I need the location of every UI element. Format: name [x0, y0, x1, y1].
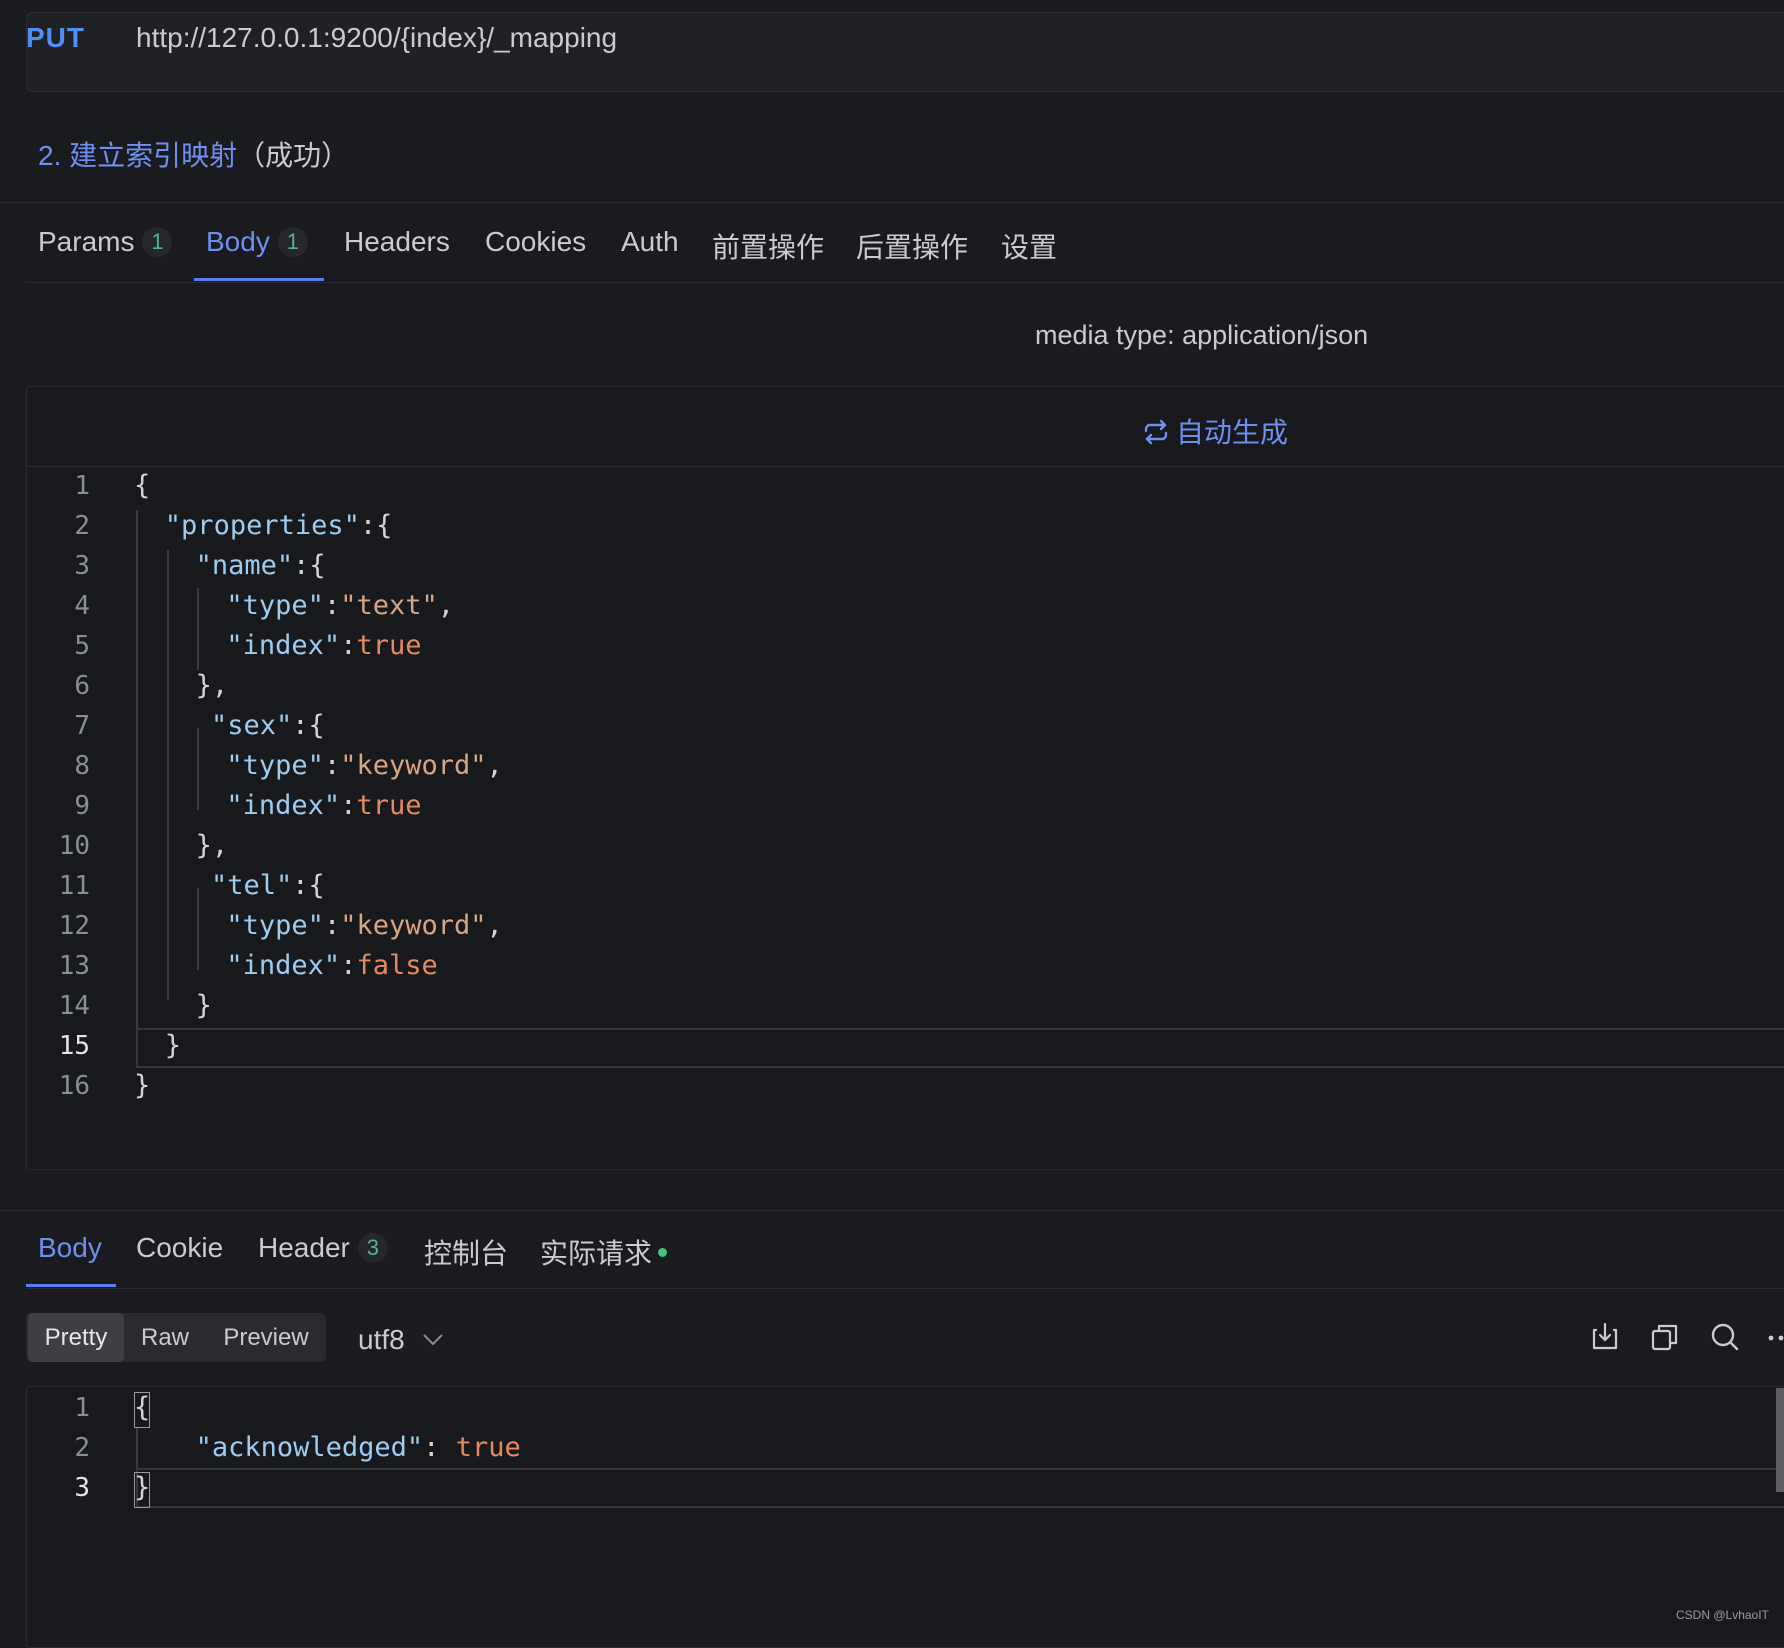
code-text: }	[134, 1070, 151, 1101]
line-number: 3	[74, 551, 90, 581]
copy-icon[interactable]	[1648, 1320, 1682, 1354]
line-number: 2	[74, 1433, 90, 1463]
divider	[26, 282, 1784, 283]
tab-params[interactable]: Params 1	[38, 226, 173, 258]
search-icon[interactable]	[1708, 1320, 1742, 1354]
line-number: 7	[74, 711, 90, 741]
response-body-viewer[interactable]	[26, 1386, 1784, 1648]
line-number: 10	[58, 831, 90, 861]
tab-settings[interactable]: 设置	[1001, 226, 1057, 266]
url-input[interactable]: http://127.0.0.1:9200/{index}/_mapping	[136, 22, 617, 54]
indent-guide	[197, 888, 199, 970]
code-text: "properties":{	[164, 510, 393, 541]
line-number: 4	[74, 591, 90, 621]
code-text: "index":true	[226, 790, 422, 821]
matching-bracket-highlight	[134, 1392, 150, 1428]
response-tab-actual-request[interactable]: 实际请求	[540, 1232, 668, 1272]
response-tab-body[interactable]: Body	[38, 1232, 102, 1264]
indent-guide	[136, 1428, 138, 1468]
tab-post-actions[interactable]: 后置操作	[856, 226, 968, 266]
view-raw-button[interactable]: Raw	[130, 1313, 200, 1362]
divider	[0, 202, 1784, 203]
code-text: "type":"keyword",	[226, 750, 503, 781]
scrollbar[interactable]	[1776, 1388, 1784, 1492]
line-number: 8	[74, 751, 90, 781]
response-tab-cookie[interactable]: Cookie	[136, 1232, 223, 1264]
response-tab-header[interactable]: Header 3	[258, 1232, 388, 1264]
request-status: （成功）	[237, 140, 350, 171]
code-text: "tel":{	[211, 870, 325, 901]
line-number: 2	[74, 511, 90, 541]
code-text: },	[195, 830, 229, 861]
indent-guide	[197, 588, 199, 670]
chevron-down-icon	[422, 1322, 444, 1354]
divider	[0, 1210, 1784, 1211]
request-title: 2. 建立索引映射（成功）	[38, 134, 349, 174]
divider	[27, 466, 1784, 467]
code-text: "index":false	[226, 950, 438, 981]
download-icon[interactable]	[1588, 1320, 1622, 1354]
matching-bracket-highlight	[134, 1472, 150, 1508]
indent-guide	[136, 510, 138, 1030]
line-number: 12	[58, 911, 90, 941]
line-number: 9	[74, 791, 90, 821]
line-number: 5	[74, 631, 90, 661]
indent-guide	[197, 728, 199, 810]
active-tab-indicator	[194, 278, 324, 281]
refresh-icon	[1142, 418, 1170, 453]
tab-body[interactable]: Body 1	[206, 226, 308, 258]
line-number: 1	[74, 1393, 90, 1423]
current-line-highlight	[136, 1028, 1784, 1068]
code-text: }	[164, 1030, 182, 1061]
code-text: "type":"text",	[226, 590, 455, 621]
view-preview-button[interactable]: Preview	[210, 1313, 322, 1362]
status-dot	[658, 1248, 668, 1257]
tab-pre-actions[interactable]: 前置操作	[712, 226, 824, 266]
code-text: {	[134, 470, 151, 501]
code-text: "sex":{	[211, 710, 325, 741]
line-number: 15	[58, 1031, 90, 1061]
line-number: 1	[74, 471, 90, 501]
response-tab-console[interactable]: 控制台	[424, 1232, 508, 1272]
tab-headers[interactable]: Headers	[344, 226, 450, 258]
divider	[26, 1288, 1784, 1289]
code-text: }	[195, 990, 212, 1021]
encoding-select[interactable]: utf8	[358, 1322, 444, 1356]
code-text: },	[195, 670, 229, 701]
code-text: "acknowledged": true	[195, 1432, 521, 1463]
code-text: "name":{	[195, 550, 326, 581]
code-text: "index":true	[226, 630, 422, 661]
line-number: 16	[58, 1071, 90, 1101]
active-tab-indicator	[26, 1284, 116, 1287]
line-number: 6	[74, 671, 90, 701]
request-title-link[interactable]: 2. 建立索引映射	[38, 140, 237, 171]
auto-generate-button[interactable]: 自动生成	[1142, 411, 1288, 453]
line-number: 14	[58, 991, 90, 1021]
line-number: 3	[74, 1473, 90, 1503]
view-pretty-button[interactable]: Pretty	[28, 1313, 124, 1362]
tab-auth[interactable]: Auth	[621, 226, 679, 258]
more-icon[interactable]	[1766, 1320, 1784, 1354]
code-text: "type":"keyword",	[226, 910, 503, 941]
indent-guide	[167, 550, 169, 1000]
current-line-highlight	[136, 1468, 1784, 1508]
line-number: 11	[58, 871, 90, 901]
watermark: CSDN @LvhaoIT	[1676, 1608, 1769, 1622]
line-number: 13	[58, 951, 90, 981]
http-method[interactable]: PUT	[26, 22, 85, 54]
media-type-label: media type: application/json	[1035, 320, 1369, 350]
tab-cookies[interactable]: Cookies	[485, 226, 586, 258]
